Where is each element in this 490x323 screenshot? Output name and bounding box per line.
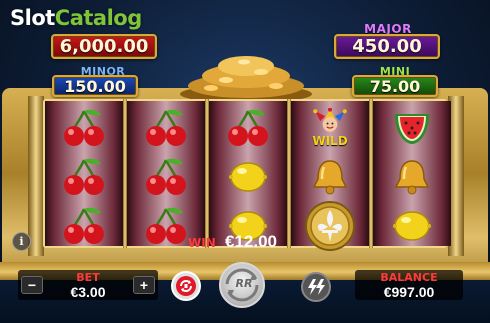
mini-jackpot-value: 75.00 bbox=[352, 75, 438, 97]
coin-pile-icon bbox=[180, 56, 312, 100]
spin-button[interactable]: RR bbox=[219, 262, 265, 308]
spin-label: RR bbox=[235, 277, 253, 290]
cherries-symbol-icon bbox=[209, 104, 287, 152]
cherries-symbol-icon bbox=[127, 104, 205, 152]
win-amount: €12.00 bbox=[225, 232, 277, 251]
fleur-de-lis-coin-symbol-icon bbox=[291, 201, 369, 251]
minor-jackpot-value: 150.00 bbox=[52, 75, 138, 97]
cherries-symbol-icon bbox=[45, 202, 123, 250]
major-jackpot-amount: 450.00 bbox=[352, 36, 422, 57]
info-button[interactable]: i bbox=[12, 232, 31, 251]
balance-panel: BALANCE €997.00 bbox=[355, 270, 463, 300]
grand-jackpot-value: 6,000.00 bbox=[51, 34, 157, 59]
lemon-symbol-icon bbox=[209, 153, 287, 201]
cherries-symbol-icon bbox=[127, 153, 205, 201]
wild-label: WILD bbox=[312, 134, 348, 148]
major-jackpot-value: 450.00 bbox=[334, 34, 440, 59]
watermark-part2: Catalog bbox=[54, 6, 142, 30]
lemon-symbol-icon bbox=[373, 202, 451, 250]
bell-symbol-icon bbox=[291, 153, 369, 201]
minor-jackpot-amount: 150.00 bbox=[64, 76, 126, 96]
balance-value: €997.00 bbox=[383, 284, 435, 300]
win-label: WIN bbox=[188, 236, 216, 250]
watermark-logo: SlotCatalog bbox=[10, 6, 142, 30]
cherries-symbol-icon bbox=[45, 104, 123, 152]
grand-jackpot-amount: 6,000.00 bbox=[59, 36, 149, 57]
cherries-symbol-icon bbox=[45, 153, 123, 201]
lightning-icon bbox=[308, 279, 325, 295]
autoplay-icon bbox=[176, 276, 196, 296]
bell-symbol-icon bbox=[373, 153, 451, 201]
balance-title: BALANCE bbox=[380, 271, 438, 284]
watermelon-symbol-icon bbox=[373, 104, 451, 152]
mini-jackpot-amount: 75.00 bbox=[369, 76, 421, 96]
turbo-button[interactable] bbox=[301, 272, 331, 302]
bet-decrease-button[interactable]: − bbox=[21, 276, 43, 294]
jester-wild-symbol-icon: WILD bbox=[291, 104, 369, 152]
autoplay-button[interactable] bbox=[171, 271, 201, 301]
left-pillar bbox=[28, 96, 44, 256]
watermark-part1: Slot bbox=[10, 6, 55, 30]
bet-increase-button[interactable]: + bbox=[133, 276, 155, 294]
